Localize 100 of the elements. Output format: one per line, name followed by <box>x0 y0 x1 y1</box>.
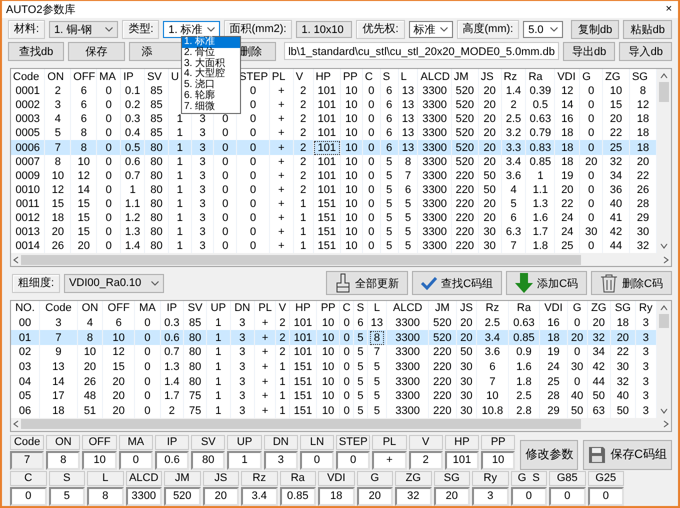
action-button[interactable]: 保存C码组 <box>583 440 672 470</box>
action-button[interactable]: 添加C码 <box>506 271 588 296</box>
value-field[interactable]: 18 <box>318 486 354 506</box>
column-header[interactable]: NO. <box>15 302 35 314</box>
column-header[interactable]: SG <box>614 302 631 314</box>
value-field[interactable]: 32 <box>395 486 432 506</box>
value-field[interactable]: 0 <box>549 486 586 506</box>
value-field[interactable]: 10 <box>82 450 117 470</box>
column-header[interactable]: JM <box>435 302 450 314</box>
column-header[interactable]: HP <box>295 302 311 314</box>
db-path-field[interactable]: lb\1_standard\cu_stl\cu_stl_20x20_MODE0_5.0mm.db <box>284 42 559 60</box>
roughness-dropdown[interactable]: VDI00_Ra0.10 <box>64 274 164 293</box>
value-field[interactable]: 520 <box>164 486 200 506</box>
column-header[interactable]: DN <box>234 302 250 314</box>
value-field[interactable]: 0.6 <box>154 450 190 470</box>
column-header[interactable]: Ra <box>516 302 531 314</box>
column-header[interactable]: PP <box>320 302 336 314</box>
column-header[interactable]: SV <box>147 70 162 83</box>
table-row[interactable]: 0007 8 10 0 0.6 80 1 3 0 0 + 2 101 10 0 5 8 3300 520 20 3.4 0.85 18 20 32 20 <box>11 154 656 169</box>
column-header[interactable]: IP <box>123 70 134 83</box>
table-row[interactable]: 0012 18 15 0 1.2 80 1 3 0 0 + 1 151 10 0 5 5 3300 220 20 6 1.6 24 0 41 29 <box>11 210 656 226</box>
column-header[interactable]: VDI <box>557 70 576 83</box>
column-header[interactable]: S <box>382 70 390 83</box>
value-field[interactable]: 8 <box>87 486 124 506</box>
column-header[interactable]: ON <box>82 302 98 314</box>
table-row[interactable]: 0009 10 12 0 0.7 80 1 3 0 0 + 2 101 10 0 5 7 3300 220 50 3.6 1 19 0 34 22 <box>11 168 656 183</box>
value-field[interactable]: + <box>372 450 407 470</box>
column-header[interactable]: OFF <box>108 302 130 314</box>
value-field[interactable]: 10 <box>481 450 516 470</box>
vertical-scrollbar[interactable] <box>657 300 671 418</box>
column-header[interactable]: G <box>572 302 582 314</box>
scroll-up-icon[interactable] <box>660 304 668 311</box>
table-row[interactable]: 0013 20 15 0 1.3 80 1 3 0 0 + 1 151 10 0 5 5 3300 220 30 6.3 1.7 24 30 42 30 <box>11 225 656 240</box>
value-field[interactable]: 3300 <box>126 486 162 506</box>
column-header[interactable]: ZG <box>591 302 606 314</box>
scroll-down-icon[interactable] <box>660 243 668 250</box>
column-header[interactable]: V <box>278 302 286 314</box>
action-button[interactable]: 删除C码 <box>591 271 672 296</box>
dropdown-option[interactable]: 7. 细微 <box>182 102 240 113</box>
action-button[interactable]: 全部更新 <box>326 271 408 296</box>
column-header[interactable]: SG <box>632 70 648 83</box>
value-field[interactable]: 1 <box>227 450 262 470</box>
scroll-right-icon[interactable] <box>663 420 669 428</box>
column-header[interactable]: JS <box>480 70 494 83</box>
filter-dropdown[interactable]: 5.0 <box>523 21 563 38</box>
column-header[interactable]: PL <box>272 70 286 83</box>
column-header[interactable]: ZG <box>605 70 620 83</box>
value-field[interactable]: 20 <box>434 486 470 506</box>
column-header[interactable]: PP <box>342 70 358 83</box>
column-header[interactable]: SV <box>188 302 202 314</box>
toolbar-button[interactable]: 导入db <box>619 42 672 61</box>
value-field[interactable]: 5 <box>48 486 85 506</box>
vertical-scrollbar[interactable] <box>657 69 671 254</box>
value-field[interactable]: 0 <box>588 486 624 506</box>
filter-dropdown[interactable]: 1. 10x10 <box>296 21 352 38</box>
horizontal-scrollbar[interactable] <box>11 253 671 266</box>
column-header[interactable]: C <box>342 302 351 314</box>
column-header[interactable]: MA <box>139 302 156 314</box>
value-field[interactable]: 7 <box>10 450 44 470</box>
column-header[interactable]: JM <box>454 70 468 83</box>
column-header[interactable]: VDI <box>544 302 563 314</box>
table-row[interactable]: 0006 7 8 0 0.5 80 1 3 0 0 + 2 101 10 0 6 13 3300 520 20 3.3 0.83 18 0 25 18 <box>11 140 656 155</box>
scrollbar-thumb[interactable] <box>659 314 669 328</box>
value-field[interactable]: 0 <box>336 450 370 470</box>
value-field[interactable]: 3 <box>264 450 298 470</box>
scrollbar-thumb[interactable] <box>659 82 669 102</box>
type-dropdown-list[interactable]: 1. 标准 2. 骨位 3. 大面积 4. 大型腔 5. 浇口 6. 轮廓 7. 细微 <box>181 36 241 114</box>
column-header[interactable]: L <box>374 302 380 314</box>
table-row[interactable]: 04 14 26 20 0 1.4 80 1 3 + 1 151 10 0 5 5 3300 220 30 7 1.8 25 0 44 32 3 <box>11 374 656 389</box>
toolbar-button[interactable]: 粘贴db <box>623 20 672 40</box>
column-header[interactable]: G <box>582 70 591 83</box>
column-header[interactable]: V <box>296 70 304 83</box>
action-button[interactable]: 修改参数 <box>520 440 578 470</box>
value-field[interactable]: 2 <box>408 450 443 470</box>
value-field[interactable]: 0 <box>300 450 334 470</box>
column-header[interactable]: Code <box>13 70 40 83</box>
toolbar-button[interactable]: 查找db <box>8 42 64 61</box>
scrollbar-thumb[interactable] <box>21 419 581 430</box>
value-field[interactable]: 3 <box>472 486 508 506</box>
column-header[interactable]: U <box>170 70 179 83</box>
column-header[interactable]: Rz <box>486 302 500 314</box>
table-row[interactable]: 0003 4 6 0 0.3 85 1 3 0 0 + 2 101 10 0 6 13 3300 520 20 2.5 0.63 16 0 20 18 <box>11 112 656 126</box>
value-field[interactable]: 20 <box>356 486 393 506</box>
action-button[interactable]: 查找C码组 <box>412 271 502 296</box>
filter-dropdown[interactable]: 1. 铜-钢 <box>49 21 118 38</box>
column-header[interactable]: MA <box>99 70 116 83</box>
scroll-right-icon[interactable] <box>663 256 669 264</box>
column-header[interactable]: PL <box>258 302 272 314</box>
scroll-left-icon[interactable] <box>13 420 19 428</box>
column-header[interactable]: IP <box>166 302 178 314</box>
value-field[interactable]: 3.4 <box>241 486 278 506</box>
toolbar-button[interactable]: 保存 <box>68 42 125 61</box>
value-field[interactable]: 8 <box>46 450 80 470</box>
column-header[interactable]: C <box>364 70 373 83</box>
dropdown-option[interactable]: 4. 大型腔 <box>182 69 240 80</box>
dropdown-option[interactable]: 1. 标准 <box>182 37 240 48</box>
scroll-left-icon[interactable] <box>13 256 19 264</box>
column-header[interactable]: L <box>400 70 407 83</box>
close-button[interactable]: × <box>666 2 672 16</box>
column-header[interactable]: UP <box>210 302 226 314</box>
